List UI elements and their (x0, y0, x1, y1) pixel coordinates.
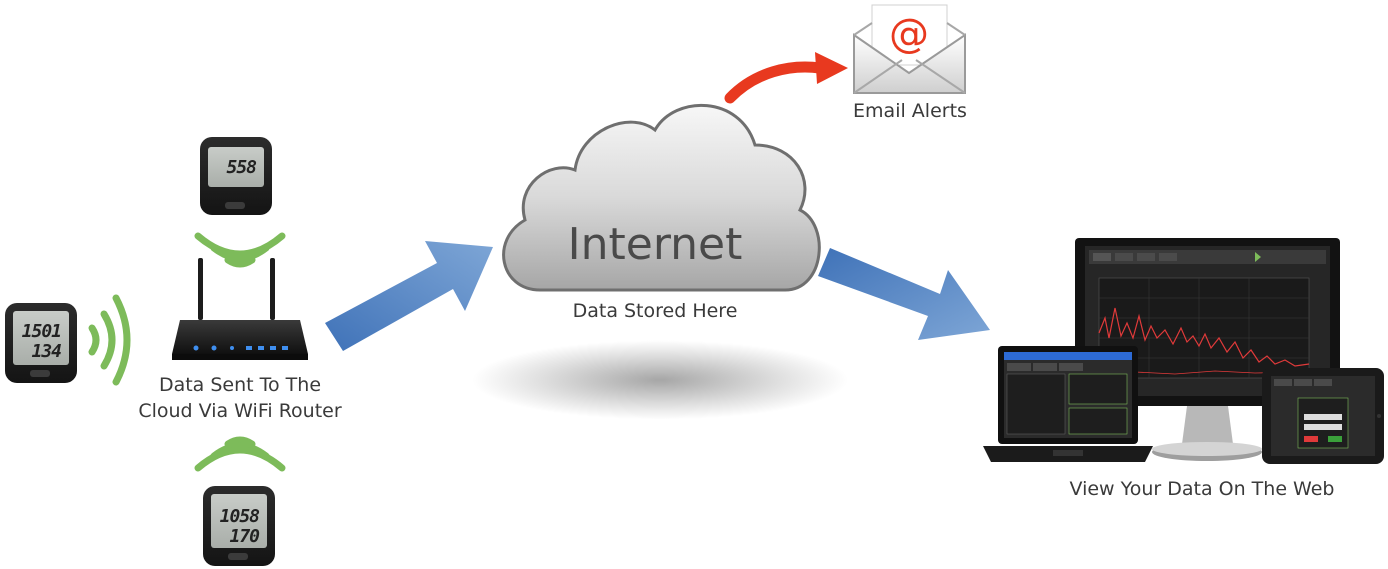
logger-bottom: 1058 170 (203, 486, 275, 566)
wifi-signal-left-icon (88, 294, 131, 386)
svg-text:@: @ (889, 11, 929, 57)
logger-left-display: 1501 134 (13, 311, 69, 365)
laptop-icon (983, 346, 1153, 462)
logger-bottom-reading-2: 170 (229, 526, 259, 547)
wifi-signal-top-icon (194, 232, 286, 268)
tablet-icon (1262, 368, 1384, 464)
data-stored-label: Data Stored Here (572, 300, 738, 322)
email-envelope-icon: @ (853, 4, 966, 94)
logger-top-reading: 558 (226, 157, 256, 178)
logger-left-reading-2: 134 (31, 341, 61, 362)
router-label-line2: Cloud Via WiFi Router (138, 400, 342, 422)
arrow-to-devices-icon (818, 248, 990, 340)
email-alerts-label: Email Alerts (853, 100, 967, 122)
logger-left: 1501 134 (5, 303, 77, 383)
alert-arrow-icon (724, 52, 848, 104)
router-label-line1: Data Sent To The (158, 374, 322, 396)
view-data-label: View Your Data On The Web (1069, 478, 1335, 500)
logger-bottom-reading-1: 1058 (219, 506, 260, 527)
logger-top-display: 558 (208, 147, 264, 187)
wifi-signal-bottom-icon (194, 436, 286, 472)
logger-top: 558 (200, 137, 272, 215)
logger-bottom-display: 1058 170 (211, 494, 267, 548)
wifi-router-icon (172, 258, 308, 360)
cloud-shadow (470, 340, 850, 420)
logger-left-reading-1: 1501 (21, 321, 62, 342)
internet-label: Internet (567, 219, 743, 270)
arrow-to-cloud-icon (325, 241, 493, 351)
